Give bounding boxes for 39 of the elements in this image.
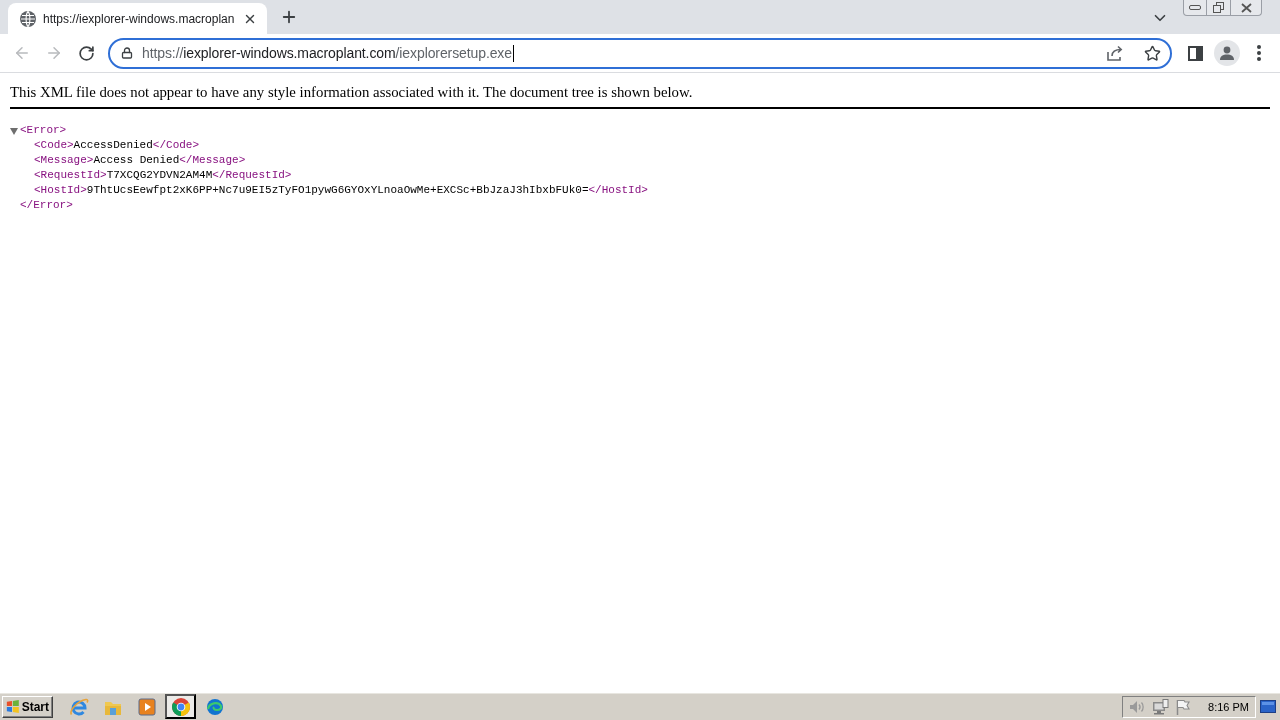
swirl-icon xyxy=(205,697,224,716)
round-logo-icon xyxy=(171,697,190,716)
lock-icon xyxy=(121,47,133,59)
browser-tab[interactable]: https://iexplorer-windows.macroplan xyxy=(8,3,268,34)
globe-icon xyxy=(20,10,36,27)
text-cursor xyxy=(512,44,514,62)
play-icon xyxy=(137,697,156,716)
xml-tag: <Error> xyxy=(20,123,67,138)
share-icon xyxy=(1106,45,1124,61)
taskbar-app-button[interactable] xyxy=(165,694,196,719)
xml-element-line: <Code>AccessDenied</Code> xyxy=(34,138,200,153)
minimize-icon xyxy=(1189,5,1201,10)
minimize-button[interactable] xyxy=(1183,0,1207,16)
address-bar[interactable]: https://iexplorer-windows.macroplant.com/iexplorersetup.exe xyxy=(108,37,1172,69)
xml-notice-text: This XML file does not appear to have any style information associated with it. The document tree is shown below. xyxy=(10,83,693,101)
side-panel-icon xyxy=(1187,45,1203,61)
xml-element-line: <Message>Access Denied</Message> xyxy=(34,153,246,168)
xml-element-line: <HostId>9ThtUcsEewfpt2xK6PP+Nc7u9EI5zTyFO1pywG6GYOxYLnoaOwMe+EXCSc+BbJzaJ3hIbxbFUk0=</HostId> xyxy=(34,183,648,198)
start-button[interactable]: Start xyxy=(2,695,53,718)
xml-tag: </Error> xyxy=(20,198,73,213)
xml-element-line: <RequestId>T7XCQG2YDVN2AM4M</RequestId> xyxy=(34,168,292,183)
star-icon xyxy=(1143,44,1161,62)
close-window-button[interactable] xyxy=(1231,0,1262,16)
e-ring-icon xyxy=(68,696,89,717)
reload-icon xyxy=(77,44,95,62)
network-icon[interactable] xyxy=(1152,698,1169,715)
show-desktop-icon[interactable] xyxy=(1260,700,1276,713)
person-icon xyxy=(1220,46,1234,60)
close-icon xyxy=(1240,2,1252,13)
restore-icon xyxy=(1213,2,1224,13)
restore-button[interactable] xyxy=(1207,0,1231,16)
collapse-triangle-icon[interactable] xyxy=(10,126,18,135)
forward-arrow-icon xyxy=(45,44,63,62)
clock-text[interactable]: 8:16 PM xyxy=(1208,700,1249,713)
flag-icon[interactable] xyxy=(1176,698,1190,715)
url-text: https://iexplorer-windows.macroplant.com/iexplorersetup.exe xyxy=(142,45,512,61)
windows-flag-icon xyxy=(6,699,20,714)
profile-button[interactable] xyxy=(1214,40,1240,66)
menu-icon xyxy=(1257,45,1261,61)
